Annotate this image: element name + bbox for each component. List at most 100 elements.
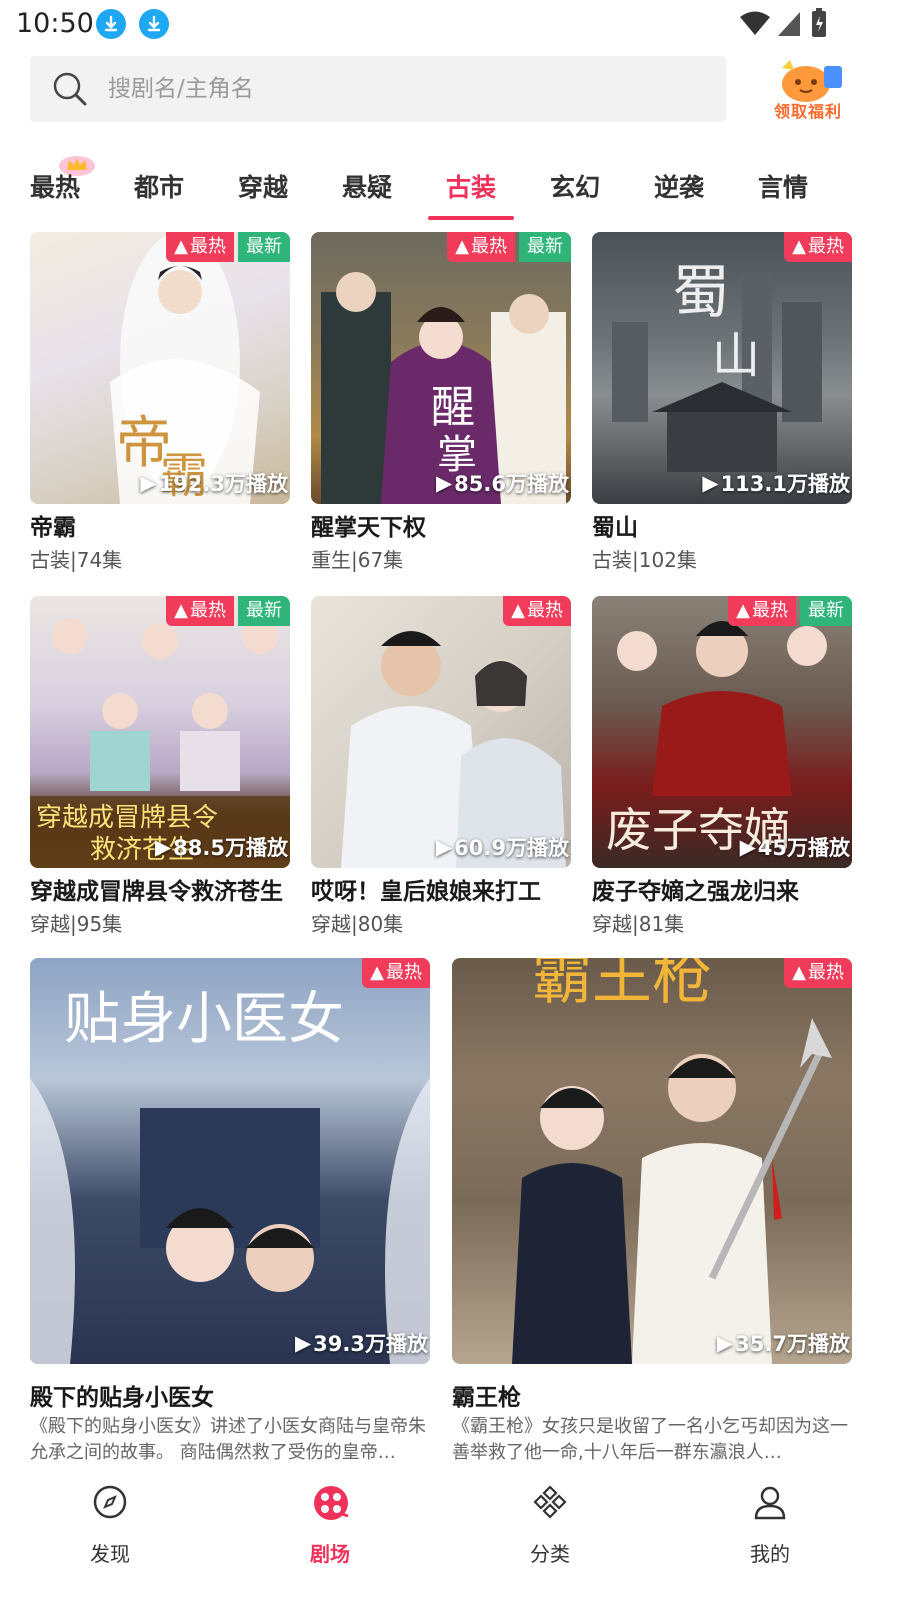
search-bar[interactable] [30,56,726,122]
new-badge: 最新 [800,596,852,626]
tab-urban[interactable]: 都市 [134,168,184,204]
drama-card[interactable]: 废子夺嫡 ▲ 最热 最新 ▶ 45万播放 废子夺嫡之强龙归来 穿越|81集 [592,596,852,936]
wifi-signal-battery-icon [740,8,826,37]
drama-card[interactable]: 蜀 山 ▲ 最热 ▶ 113.1万播放 蜀山 古装|102集 [592,232,852,572]
hot-badge: ▲ 最热 [728,596,796,626]
category-icon [533,1485,567,1519]
fire-icon: ▲ [174,236,188,257]
drama-title: 帝霸 [30,515,76,541]
new-badge: 最新 [238,232,290,262]
search-input[interactable] [108,68,688,110]
drama-poster: 霸王枪 ▲ 最热 ▶ 35.7万播放 [452,958,852,1364]
tab-fantasy[interactable]: 玄幻 [550,168,600,204]
svg-text:醒: 醒 [431,382,475,433]
tab-romance[interactable]: 言情 [758,168,808,204]
drama-card[interactable]: 帝 霸 ▲ 最热 最新 ▶ 192.3万播放 帝霸 古装|74集 [30,232,290,572]
drama-poster: 穿越成冒牌县令 救济苍生 ▲ 最热 最新 ▶ 88.5万播放 [30,596,290,868]
svg-text:山: 山 [712,328,760,384]
hot-badge: ▲ 最热 [503,596,571,626]
poster-title-art: 贴身小医女 [64,987,344,1052]
svg-text:蜀: 蜀 [672,258,730,326]
nav-label: 我的 [750,1542,790,1566]
featured-drama-card[interactable]: 贴身小医女 ▲ 最热 ▶ 39.3万播放 殿下的贴身小医女 《殿下的贴身小医女》讲述… [30,958,430,1468]
drama-description: 《霸王枪》女孩只是收留了一名小乞丐却因为这一善举救了他一命,十八年后一群东瀛浪人… [452,1416,848,1463]
tab-hottest[interactable]: 最热 [30,168,80,204]
hot-badge: ▲ 最热 [447,232,515,262]
drama-title: 霸王枪 [452,1385,521,1411]
bottom-navigation: 发现 剧场 分类 我的 [0,1468,900,1600]
profile-icon [754,1486,786,1520]
play-count: ▶ 192.3万播放 [140,471,288,496]
drama-description: 《殿下的贴身小医女》讲述了小医女商陆与皇帝朱允承之间的故事。 商陆偶然救了受伤的… [30,1416,426,1463]
hot-badge: ▲ 最热 [784,232,852,262]
play-icon: ▶ [155,835,172,859]
drama-poster: 蜀 山 ▲ 最热 ▶ 113.1万播放 [592,232,852,504]
poster-badges: ▲ 最热 最新 [728,596,852,626]
play-icon: ▶ [739,835,756,859]
play-icon: ▶ [436,471,453,495]
play-count: ▶ 88.5万播放 [155,835,288,860]
drama-card[interactable]: 穿越成冒牌县令 救济苍生 ▲ 最热 最新 ▶ 88.5万播放 穿越成冒牌县令救济苍生… [30,596,290,936]
fire-icon: ▲ [455,236,469,257]
fire-icon: ▲ [370,962,384,983]
fire-icon: ▲ [736,600,750,621]
drama-poster: ▲ 最热 ▶ 60.9万播放 [311,596,571,868]
fire-icon: ▲ [511,600,525,621]
nav-label: 发现 [90,1542,130,1566]
reward-button[interactable]: 领取福利 [760,54,856,126]
play-count: ▶ 60.9万播放 [436,835,569,860]
poster-badges: ▲ 最热 [784,958,852,988]
gift-bag-icon [782,60,842,102]
play-count: ▶ 35.7万播放 [717,1331,850,1356]
drama-meta: 穿越|81集 [592,912,685,936]
hot-badge: ▲ 最热 [166,596,234,626]
nav-label: 分类 [530,1542,570,1566]
poster-badges: ▲ 最热 最新 [166,596,290,626]
theater-reel-icon [314,1486,349,1520]
drama-title: 穿越成冒牌县令救济苍生 [30,879,283,905]
play-icon: ▶ [717,1331,734,1355]
drama-meta: 古装|74集 [30,548,123,572]
poster-badges: ▲ 最热 [503,596,571,626]
poster-title-art: 霸王枪 [532,958,712,1013]
tab-comeback[interactable]: 逆袭 [654,168,704,204]
play-count: ▶ 45万播放 [739,835,850,860]
drama-meta: 穿越|80集 [311,912,404,936]
drama-poster: 醒 掌 ▲ 最热 最新 ▶ 85.6万播放 [311,232,571,504]
category-tabs: 最热 都市 穿越 悬疑 古装 玄幻 逆袭 言情 [0,158,900,222]
poster-badges: ▲ 最热 最新 [447,232,571,262]
nav-label: 剧场 [310,1542,350,1566]
drama-poster: 废子夺嫡 ▲ 最热 最新 ▶ 45万播放 [592,596,852,868]
fire-icon: ▲ [792,236,806,257]
drama-card[interactable]: 醒 掌 ▲ 最热 最新 ▶ 85.6万播放 醒掌天下权 重生|67集 [311,232,571,572]
tab-time-travel[interactable]: 穿越 [238,168,288,204]
poster-badges: ▲ 最热 [362,958,430,988]
download-notification-icon [139,9,169,39]
status-bar: 10:50 [0,0,900,48]
reward-label: 领取福利 [773,102,842,121]
hot-badge: ▲ 最热 [784,958,852,988]
drama-title: 废子夺嫡之强龙归来 [592,879,799,905]
play-icon: ▶ [702,471,719,495]
poster-badges: ▲ 最热 [784,232,852,262]
play-icon: ▶ [436,835,453,859]
drama-poster: 帝 霸 ▲ 最热 最新 ▶ 192.3万播放 [30,232,290,504]
drama-title: 蜀山 [592,515,638,541]
play-count: ▶ 113.1万播放 [702,471,850,496]
drama-title: 醒掌天下权 [311,515,426,541]
status-time: 10:50 [16,8,94,39]
drama-card[interactable]: ▲ 最热 ▶ 60.9万播放 哎呀！皇后娘娘来打工 穿越|80集 [311,596,571,936]
drama-poster: 贴身小医女 ▲ 最热 ▶ 39.3万播放 [30,958,430,1364]
new-badge: 最新 [238,596,290,626]
svg-text:穿越成冒牌县令: 穿越成冒牌县令 [36,803,218,833]
poster-badges: ▲ 最热 最新 [166,232,290,262]
fire-icon: ▲ [174,600,188,621]
featured-drama-card[interactable]: 霸王枪 ▲ 最热 ▶ 35.7万播放 霸王枪 《霸王枪》女孩只是收留了一名小乞丐却因… [452,958,852,1468]
download-notification-icon [96,9,126,39]
play-count: ▶ 39.3万播放 [295,1331,428,1356]
tab-costume[interactable]: 古装 [446,168,496,204]
drama-title: 殿下的贴身小医女 [30,1385,214,1411]
new-badge: 最新 [519,232,571,262]
play-icon: ▶ [140,471,157,495]
tab-mystery[interactable]: 悬疑 [342,168,392,204]
